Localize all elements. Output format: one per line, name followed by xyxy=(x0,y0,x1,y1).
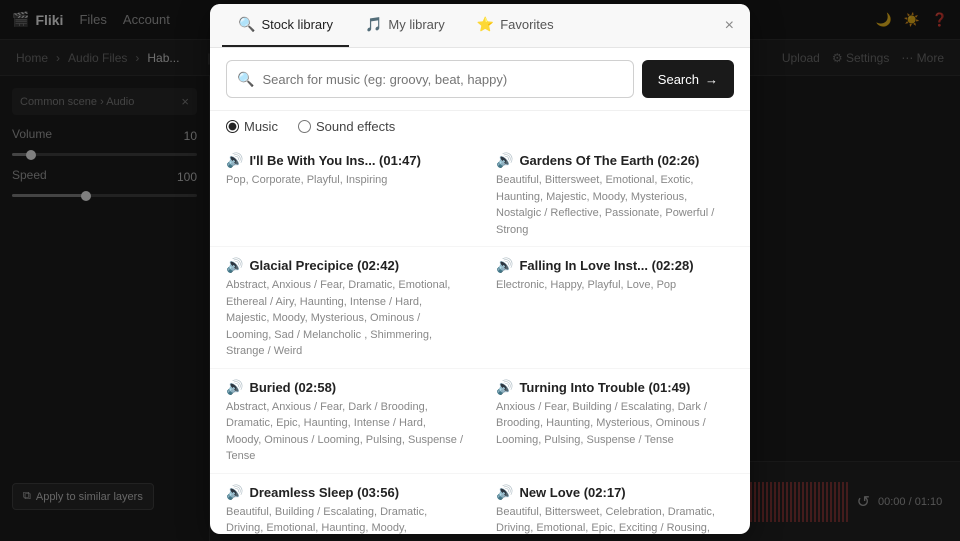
search-arrow-icon: → xyxy=(705,72,718,87)
modal-overlay: 🔍 Stock library 🎵 My library ⭐ Favorites… xyxy=(0,0,960,541)
track-item[interactable]: 🔊 New Love (02:17) Beautiful, Bitterswee… xyxy=(480,474,750,535)
speaker-icon: 🔊 xyxy=(496,484,513,501)
search-input-wrap: 🔍 xyxy=(226,60,634,98)
track-item[interactable]: 🔊 Glacial Precipice (02:42) Abstract, An… xyxy=(210,247,480,369)
radio-music[interactable] xyxy=(226,120,239,133)
audio-search-modal: 🔍 Stock library 🎵 My library ⭐ Favorites… xyxy=(210,4,750,534)
speaker-icon: 🔊 xyxy=(226,152,243,169)
speaker-icon: 🔊 xyxy=(496,379,513,396)
speaker-icon: 🔊 xyxy=(496,257,513,274)
track-title: Buried (02:58) xyxy=(249,380,336,395)
track-tags: Abstract, Anxious / Fear, Dramatic, Emot… xyxy=(226,277,464,360)
tab-my-library[interactable]: 🎵 My library xyxy=(349,4,461,47)
track-item[interactable]: 🔊 Buried (02:58) Abstract, Anxious / Fea… xyxy=(210,369,480,474)
track-title: Falling In Love Inst... (02:28) xyxy=(519,258,693,273)
tab-stock-label: Stock library xyxy=(261,17,333,32)
track-item[interactable]: 🔊 Turning Into Trouble (01:49) Anxious /… xyxy=(480,369,750,474)
radio-sound-effects[interactable] xyxy=(298,120,311,133)
modal-search-area: 🔍 Search → xyxy=(210,48,750,111)
tab-library-label: My library xyxy=(388,17,444,32)
tab-favorites-label: Favorites xyxy=(500,17,553,32)
search-row: 🔍 Search → xyxy=(226,60,734,98)
track-tags: Pop, Corporate, Playful, Inspiring xyxy=(226,172,464,189)
track-columns: 🔊 I'll Be With You Ins... (01:47) Pop, C… xyxy=(210,142,750,534)
search-input[interactable] xyxy=(262,72,622,87)
radio-sound-effects-text: Sound effects xyxy=(316,119,395,134)
search-button[interactable]: Search → xyxy=(642,60,734,98)
track-title: Glacial Precipice (02:42) xyxy=(249,258,399,273)
radio-music-label[interactable]: Music xyxy=(226,119,278,134)
radio-music-text: Music xyxy=(244,119,278,134)
track-item[interactable]: 🔊 I'll Be With You Ins... (01:47) Pop, C… xyxy=(210,142,480,247)
radio-row: Music Sound effects xyxy=(210,111,750,138)
speaker-icon: 🔊 xyxy=(226,484,243,501)
radio-sound-effects-label[interactable]: Sound effects xyxy=(298,119,395,134)
speaker-icon: 🔊 xyxy=(226,257,243,274)
track-item[interactable]: 🔊 Falling In Love Inst... (02:28) Electr… xyxy=(480,247,750,369)
track-title: I'll Be With You Ins... (01:47) xyxy=(249,153,421,168)
track-tags: Anxious / Fear, Building / Escalating, D… xyxy=(496,399,734,449)
speaker-icon: 🔊 xyxy=(226,379,243,396)
library-tab-icon: 🎵 xyxy=(365,16,382,33)
track-tags: Electronic, Happy, Playful, Love, Pop xyxy=(496,277,734,294)
tab-favorites[interactable]: ⭐ Favorites xyxy=(461,4,570,47)
search-icon: 🔍 xyxy=(237,71,254,88)
track-tags: Beautiful, Bittersweet, Celebration, Dra… xyxy=(496,504,734,535)
track-title: Dreamless Sleep (03:56) xyxy=(249,485,399,500)
search-tab-icon: 🔍 xyxy=(238,16,255,33)
track-list: 🔊 I'll Be With You Ins... (01:47) Pop, C… xyxy=(210,138,750,534)
modal-tabs: 🔍 Stock library 🎵 My library ⭐ Favorites… xyxy=(210,4,750,48)
tab-stock-library[interactable]: 🔍 Stock library xyxy=(222,4,349,47)
track-title: Turning Into Trouble (01:49) xyxy=(519,380,690,395)
modal-close-button[interactable]: × xyxy=(721,13,738,39)
track-tags: Beautiful, Building / Escalating, Dramat… xyxy=(226,504,464,535)
track-item[interactable]: 🔊 Gardens Of The Earth (02:26) Beautiful… xyxy=(480,142,750,247)
track-title: Gardens Of The Earth (02:26) xyxy=(519,153,699,168)
track-tags: Beautiful, Bittersweet, Emotional, Exoti… xyxy=(496,172,734,238)
track-tags: Abstract, Anxious / Fear, Dark / Broodin… xyxy=(226,399,464,465)
favorites-tab-icon: ⭐ xyxy=(477,16,494,33)
track-title: New Love (02:17) xyxy=(519,485,625,500)
search-button-label: Search xyxy=(658,72,699,87)
speaker-icon: 🔊 xyxy=(496,152,513,169)
track-item[interactable]: 🔊 Dreamless Sleep (03:56) Beautiful, Bui… xyxy=(210,474,480,535)
